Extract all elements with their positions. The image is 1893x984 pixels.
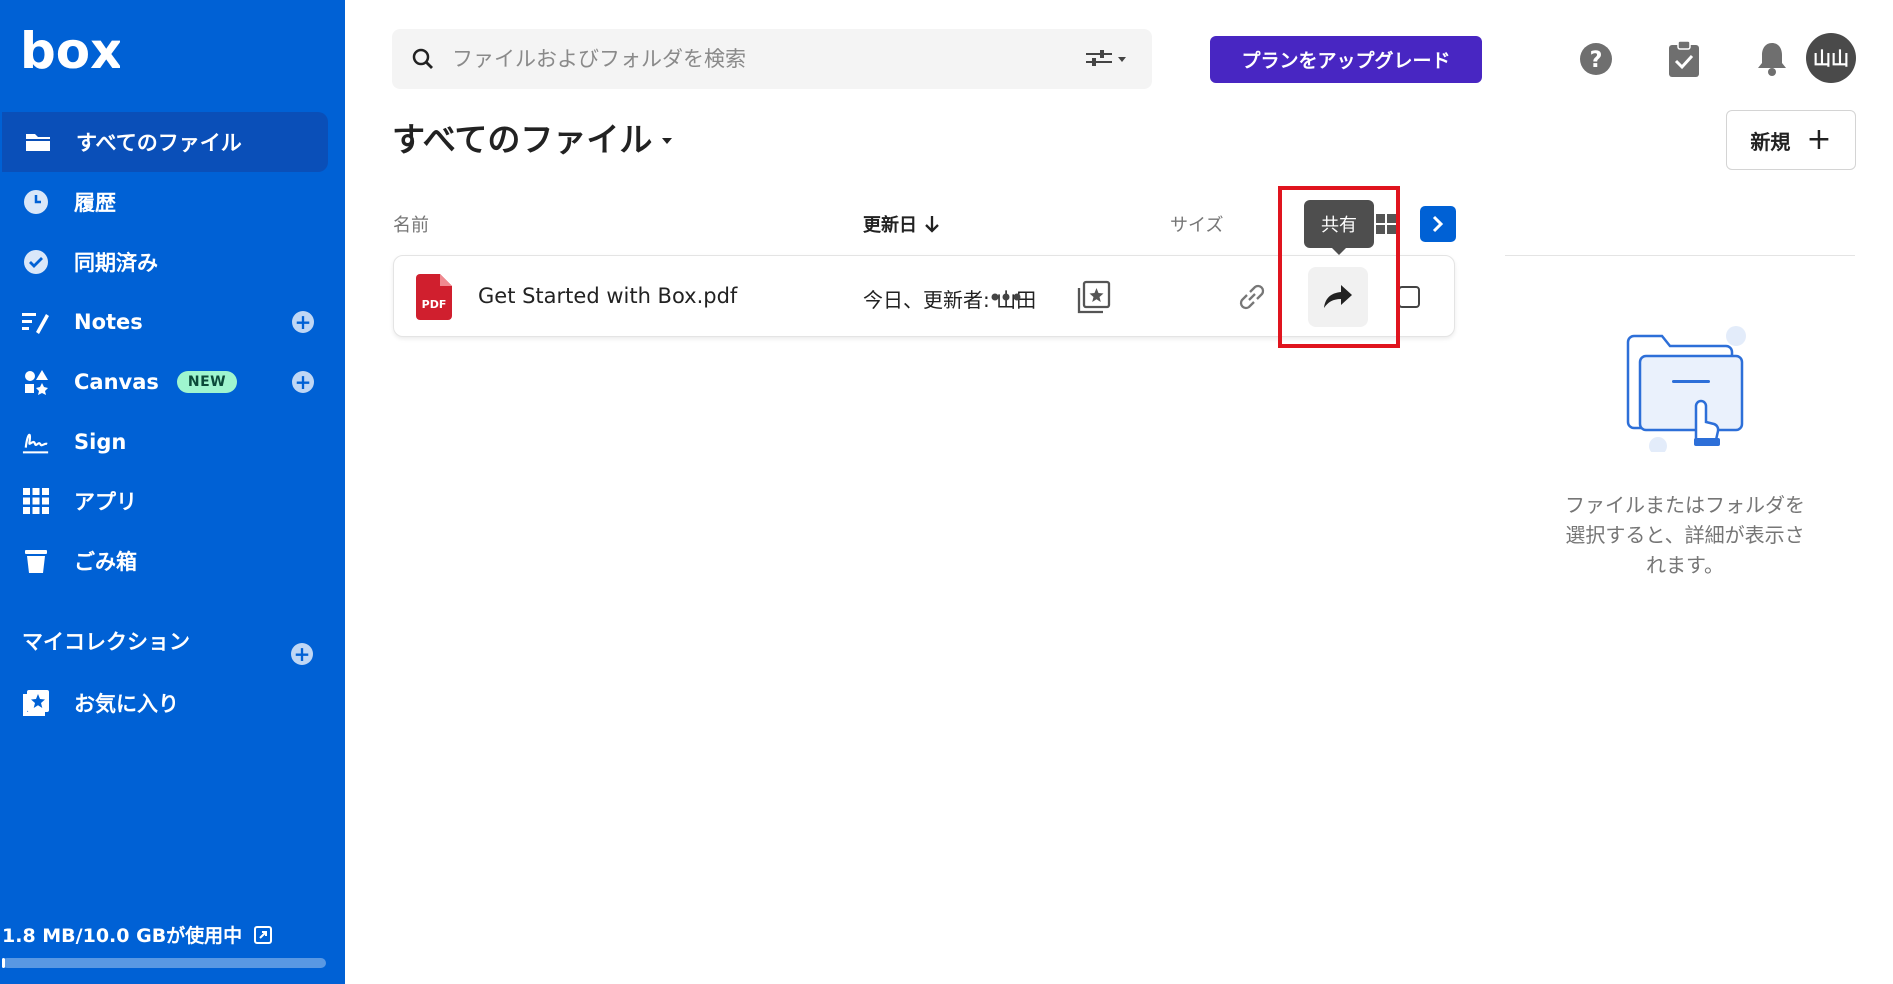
sign-icon [22, 428, 50, 456]
sidebar-item-label: すべてのファイル [76, 131, 242, 155]
toggle-details-panel-button[interactable] [1420, 206, 1456, 242]
check-circle-icon [22, 248, 50, 276]
add-canvas-icon[interactable]: + [292, 371, 314, 393]
trash-icon [22, 547, 50, 575]
sidebar-item-apps[interactable]: アプリ [0, 471, 326, 531]
sliders-icon [1086, 50, 1112, 68]
page-title[interactable]: すべてのファイル [392, 113, 673, 161]
add-collection-icon[interactable]: + [291, 643, 313, 665]
apps-grid-icon [22, 487, 50, 515]
sidebar-item-label: Canvas [74, 370, 159, 394]
collection-star-icon [1077, 280, 1111, 314]
sidebar-item-label: 同期済み [74, 251, 158, 275]
sidebar-item-synced[interactable]: 同期済み [0, 232, 326, 292]
search-icon [412, 48, 434, 70]
svg-text:PDF: PDF [422, 298, 447, 311]
share-button[interactable] [1308, 267, 1368, 327]
sort-arrow-down-icon [925, 215, 939, 233]
storage-usage[interactable]: 1.8 MB/10.0 GBが使用中 [2, 921, 273, 948]
sidebar-item-label: Notes [74, 310, 143, 334]
notes-icon [22, 308, 50, 336]
folder-select-illustration [1620, 322, 1750, 455]
sidebar-item-sign[interactable]: Sign [0, 412, 326, 472]
pdf-file-icon: PDF [416, 274, 452, 320]
new-button[interactable]: 新規 + [1726, 110, 1856, 170]
sidebar-item-label: アプリ [74, 490, 137, 514]
clock-icon [22, 188, 50, 216]
sidebar: box すべてのファイル 履歴 同期済み Notes + Canvas NEW … [0, 0, 345, 984]
user-avatar[interactable]: 山山 [1806, 33, 1856, 83]
sidebar-item-canvas[interactable]: Canvas NEW + [0, 352, 326, 412]
sidebar-item-favorites[interactable]: お気に入り [0, 673, 326, 733]
column-header-updated-label: 更新日 [863, 215, 917, 236]
sidebar-item-notes[interactable]: Notes + [0, 292, 326, 352]
external-link-icon [254, 925, 273, 944]
svg-text:box: box [20, 24, 120, 76]
page-title-text: すべてのファイル [392, 120, 653, 159]
search-input[interactable] [452, 47, 1052, 71]
sidebar-item-history[interactable]: 履歴 [0, 172, 326, 232]
sidebar-item-all-files[interactable]: すべてのファイル [2, 112, 328, 172]
new-badge: NEW [176, 371, 238, 393]
column-header-updated[interactable]: 更新日 [863, 211, 939, 237]
column-header-name[interactable]: 名前 [393, 211, 429, 237]
copy-link-button[interactable] [1230, 275, 1274, 319]
file-row[interactable]: PDF Get Started with Box.pdf 今日、更新者: 山田 [393, 255, 1455, 337]
chevron-right-icon [1431, 215, 1445, 233]
link-icon [1236, 281, 1268, 313]
sidebar-item-label: 履歴 [74, 191, 116, 215]
add-to-collection-button[interactable] [1072, 275, 1116, 319]
more-horizontal-icon [991, 293, 1021, 301]
share-tooltip: 共有 [1304, 200, 1374, 255]
plus-icon: + [1806, 122, 1832, 157]
favorites-icon [22, 689, 50, 717]
more-options-button[interactable] [984, 275, 1028, 319]
storage-usage-text: 1.8 MB/10.0 GBが使用中 [2, 925, 243, 947]
notifications-bell-icon[interactable] [1754, 39, 1790, 79]
box-logo[interactable]: box [20, 22, 122, 80]
storage-progress-bar [2, 958, 326, 968]
file-name[interactable]: Get Started with Box.pdf [478, 284, 737, 308]
search-filter-button[interactable] [1086, 47, 1134, 71]
sidebar-item-label: Sign [74, 430, 127, 454]
folder-icon [24, 128, 52, 156]
file-select-checkbox[interactable] [1398, 286, 1420, 308]
grid-view-icon[interactable] [1376, 214, 1396, 234]
storage-progress-fill [2, 958, 6, 968]
add-note-icon[interactable]: + [292, 311, 314, 333]
canvas-icon [22, 368, 50, 396]
help-icon[interactable]: ? [1578, 39, 1614, 79]
caret-down-icon [662, 138, 673, 144]
box-app: box すべてのファイル 履歴 同期済み Notes + Canvas NEW … [0, 0, 1893, 984]
details-divider [1505, 255, 1855, 256]
upgrade-plan-button[interactable]: プランをアップグレード [1210, 36, 1482, 83]
details-empty-text: ファイルまたはフォルダを選択すると、詳細が表示されます。 [1565, 493, 1805, 577]
new-button-label: 新規 [1750, 129, 1791, 154]
sidebar-item-label: ごみ箱 [74, 550, 137, 574]
share-arrow-icon [1323, 284, 1353, 310]
sidebar-item-trash[interactable]: ごみ箱 [0, 531, 326, 591]
chevron-down-icon [1118, 56, 1126, 62]
my-collections-title: マイコレクション [22, 630, 190, 654]
tasks-icon[interactable] [1666, 39, 1702, 79]
sidebar-item-label: お気に入り [74, 692, 179, 716]
search-bar [392, 29, 1152, 89]
column-header-size[interactable]: サイズ [1170, 211, 1223, 237]
svg-text:?: ? [1590, 48, 1603, 73]
